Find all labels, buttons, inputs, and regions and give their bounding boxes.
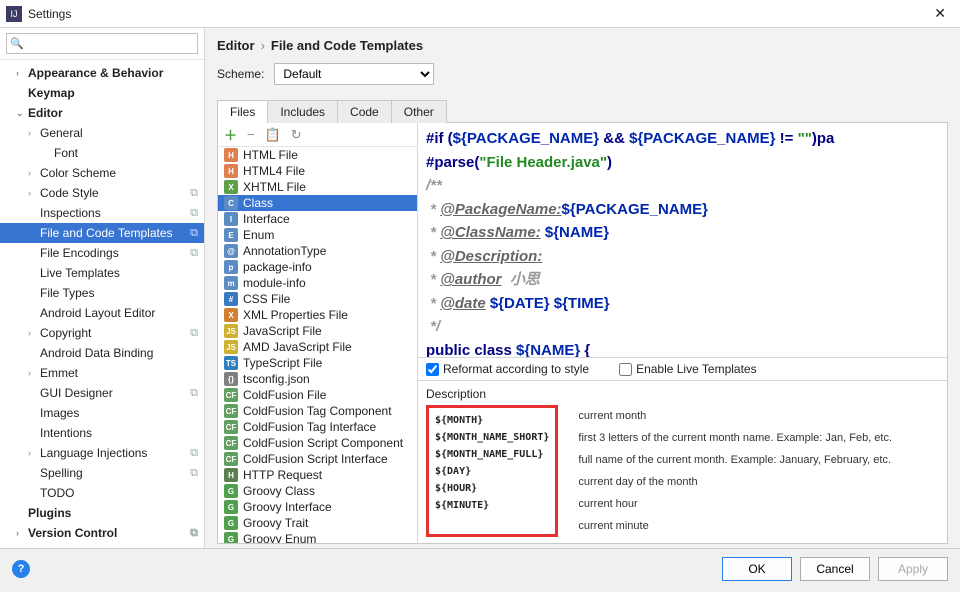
add-icon[interactable]: ＋ bbox=[224, 125, 237, 144]
template-item[interactable]: GGroovy Interface bbox=[218, 499, 417, 515]
sidebar-item[interactable]: GUI Designer⧉ bbox=[0, 383, 204, 403]
window-title: Settings bbox=[28, 7, 71, 21]
variable-desc: current day of the month bbox=[578, 471, 892, 493]
live-templates-checkbox[interactable]: Enable Live Templates bbox=[619, 362, 757, 376]
sidebar-item[interactable]: ›Emmet bbox=[0, 363, 204, 383]
template-item[interactable]: ppackage-info bbox=[218, 259, 417, 275]
variable-desc: current hour bbox=[578, 493, 892, 515]
sidebar-item[interactable]: Inspections⧉ bbox=[0, 203, 204, 223]
sidebar-item[interactable]: ⌄Editor bbox=[0, 103, 204, 123]
sidebar-item[interactable]: ›Build, Execution, Deployment⧉ bbox=[0, 543, 204, 548]
refresh-icon[interactable]: ↻ bbox=[291, 127, 302, 143]
reformat-checkbox[interactable]: Reformat according to style bbox=[426, 362, 589, 376]
template-item[interactable]: CFColdFusion Tag Interface bbox=[218, 419, 417, 435]
template-code[interactable]: #if (${PACKAGE_NAME} && ${PACKAGE_NAME} … bbox=[418, 123, 947, 357]
sidebar-item[interactable]: Images bbox=[0, 403, 204, 423]
tab-files[interactable]: Files bbox=[217, 100, 268, 123]
template-tabs: FilesIncludesCodeOther bbox=[217, 99, 948, 123]
variable-desc: full name of the current month. Example:… bbox=[578, 449, 892, 471]
remove-icon[interactable]: − bbox=[247, 127, 255, 142]
sidebar-item[interactable]: ›Copyright⧉ bbox=[0, 323, 204, 343]
settings-tree: ›Appearance & BehaviorKeymap⌄Editor›Gene… bbox=[0, 60, 204, 548]
template-item[interactable]: GGroovy Trait bbox=[218, 515, 417, 531]
template-list: HHTML FileHHTML4 FileXXHTML FileCClassII… bbox=[218, 147, 417, 543]
variable-desc: current month bbox=[578, 405, 892, 427]
sidebar-item[interactable]: Live Templates bbox=[0, 263, 204, 283]
template-item[interactable]: JSAMD JavaScript File bbox=[218, 339, 417, 355]
sidebar-item[interactable]: ›Code Style⧉ bbox=[0, 183, 204, 203]
template-item[interactable]: CFColdFusion Script Component bbox=[218, 435, 417, 451]
template-item[interactable]: IInterface bbox=[218, 211, 417, 227]
template-item[interactable]: HHTML File bbox=[218, 147, 417, 163]
template-item[interactable]: JSJavaScript File bbox=[218, 323, 417, 339]
variable-name: ${HOUR} bbox=[435, 480, 549, 497]
copy-icon[interactable]: 📋 bbox=[265, 127, 281, 143]
tab-other[interactable]: Other bbox=[391, 100, 447, 123]
template-item[interactable]: CFColdFusion File bbox=[218, 387, 417, 403]
sidebar-item[interactable]: TODO bbox=[0, 483, 204, 503]
variable-name: ${MONTH_NAME_SHORT} bbox=[435, 429, 549, 446]
template-item[interactable]: CFColdFusion Script Interface bbox=[218, 451, 417, 467]
template-item[interactable]: XXHTML File bbox=[218, 179, 417, 195]
template-item[interactable]: XXML Properties File bbox=[218, 307, 417, 323]
sidebar-item[interactable]: ›Color Scheme bbox=[0, 163, 204, 183]
variable-desc: current minute bbox=[578, 515, 892, 537]
sidebar-item[interactable]: Android Layout Editor bbox=[0, 303, 204, 323]
sidebar-item[interactable]: Intentions bbox=[0, 423, 204, 443]
variable-desc: first 3 letters of the current month nam… bbox=[578, 427, 892, 449]
template-item[interactable]: HHTTP Request bbox=[218, 467, 417, 483]
template-item[interactable]: EEnum bbox=[218, 227, 417, 243]
sidebar-item[interactable]: ›General bbox=[0, 123, 204, 143]
tab-code[interactable]: Code bbox=[337, 100, 392, 123]
app-icon: IJ bbox=[6, 6, 22, 22]
template-item[interactable]: #CSS File bbox=[218, 291, 417, 307]
sidebar-item[interactable]: Spelling⧉ bbox=[0, 463, 204, 483]
sidebar-item[interactable]: Plugins bbox=[0, 503, 204, 523]
variable-name: ${MONTH_NAME_FULL} bbox=[435, 446, 549, 463]
template-item[interactable]: CFColdFusion Tag Component bbox=[218, 403, 417, 419]
template-item[interactable]: TSTypeScript File bbox=[218, 355, 417, 371]
template-item[interactable]: GGroovy Enum bbox=[218, 531, 417, 543]
template-item[interactable]: {}tsconfig.json bbox=[218, 371, 417, 387]
sidebar-item[interactable]: Font bbox=[0, 143, 204, 163]
description-panel: Description ${MONTH}${MONTH_NAME_SHORT}$… bbox=[418, 380, 947, 543]
template-item[interactable]: GGroovy Class bbox=[218, 483, 417, 499]
template-item[interactable]: CClass bbox=[218, 195, 417, 211]
search-input[interactable] bbox=[6, 33, 198, 54]
variable-name: ${MINUTE} bbox=[435, 497, 549, 514]
template-item[interactable]: mmodule-info bbox=[218, 275, 417, 291]
template-toolbar: ＋ − 📋 ↻ bbox=[218, 123, 417, 147]
sidebar-item[interactable]: Keymap bbox=[0, 83, 204, 103]
cancel-button[interactable]: Cancel bbox=[800, 557, 870, 581]
template-item[interactable]: @AnnotationType bbox=[218, 243, 417, 259]
tab-includes[interactable]: Includes bbox=[267, 100, 338, 123]
breadcrumb: Editor›File and Code Templates bbox=[205, 28, 960, 59]
sidebar-item[interactable]: ›Language Injections⧉ bbox=[0, 443, 204, 463]
scheme-label: Scheme: bbox=[217, 67, 264, 81]
variable-name: ${DAY} bbox=[435, 463, 549, 480]
sidebar-item[interactable]: File Types bbox=[0, 283, 204, 303]
sidebar-item[interactable]: ›Appearance & Behavior bbox=[0, 63, 204, 83]
close-icon[interactable]: ✕ bbox=[926, 3, 954, 24]
search-icon: 🔍 bbox=[10, 37, 24, 50]
help-icon[interactable]: ? bbox=[12, 560, 30, 578]
template-item[interactable]: HHTML4 File bbox=[218, 163, 417, 179]
scheme-select[interactable]: Default bbox=[274, 63, 434, 85]
sidebar-item[interactable]: ›Version Control⧉ bbox=[0, 523, 204, 543]
sidebar-item[interactable]: File Encodings⧉ bbox=[0, 243, 204, 263]
sidebar-item[interactable]: Android Data Binding bbox=[0, 343, 204, 363]
title-bar: IJ Settings ✕ bbox=[0, 0, 960, 28]
variable-name: ${MONTH} bbox=[435, 412, 549, 429]
sidebar-item[interactable]: File and Code Templates⧉ bbox=[0, 223, 204, 243]
apply-button[interactable]: Apply bbox=[878, 557, 948, 581]
ok-button[interactable]: OK bbox=[722, 557, 792, 581]
